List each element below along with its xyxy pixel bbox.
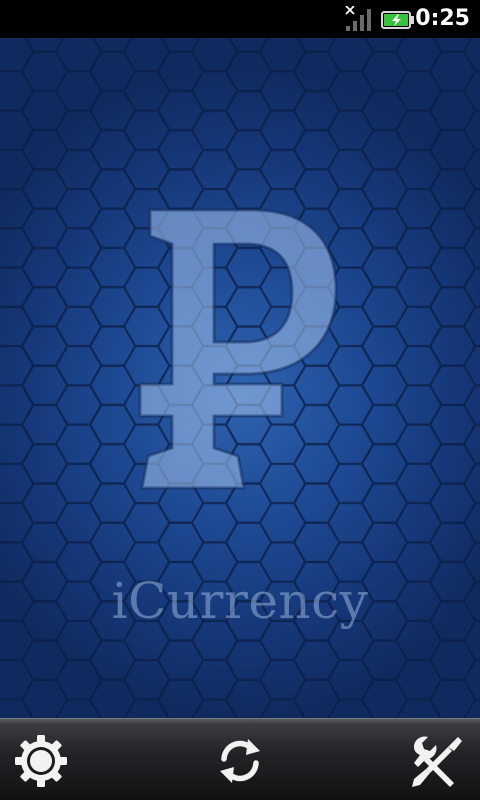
refresh-icon — [220, 739, 260, 783]
bottom-toolbar — [0, 718, 480, 800]
app-name-label: iCurrency — [111, 572, 369, 630]
app-screen: 0:25 iCurrency — [0, 0, 480, 800]
signal-no-service-icon — [345, 6, 371, 31]
status-clock: 0:25 — [415, 6, 470, 31]
tools-icon — [412, 736, 462, 787]
tools-button[interactable] — [408, 733, 464, 789]
battery-charging-icon — [381, 11, 414, 29]
settings-button[interactable] — [13, 733, 69, 789]
status-bar: 0:25 — [0, 0, 480, 38]
splash-area: iCurrency — [0, 38, 480, 718]
refresh-button[interactable] — [212, 733, 268, 789]
gear-icon — [15, 735, 67, 787]
